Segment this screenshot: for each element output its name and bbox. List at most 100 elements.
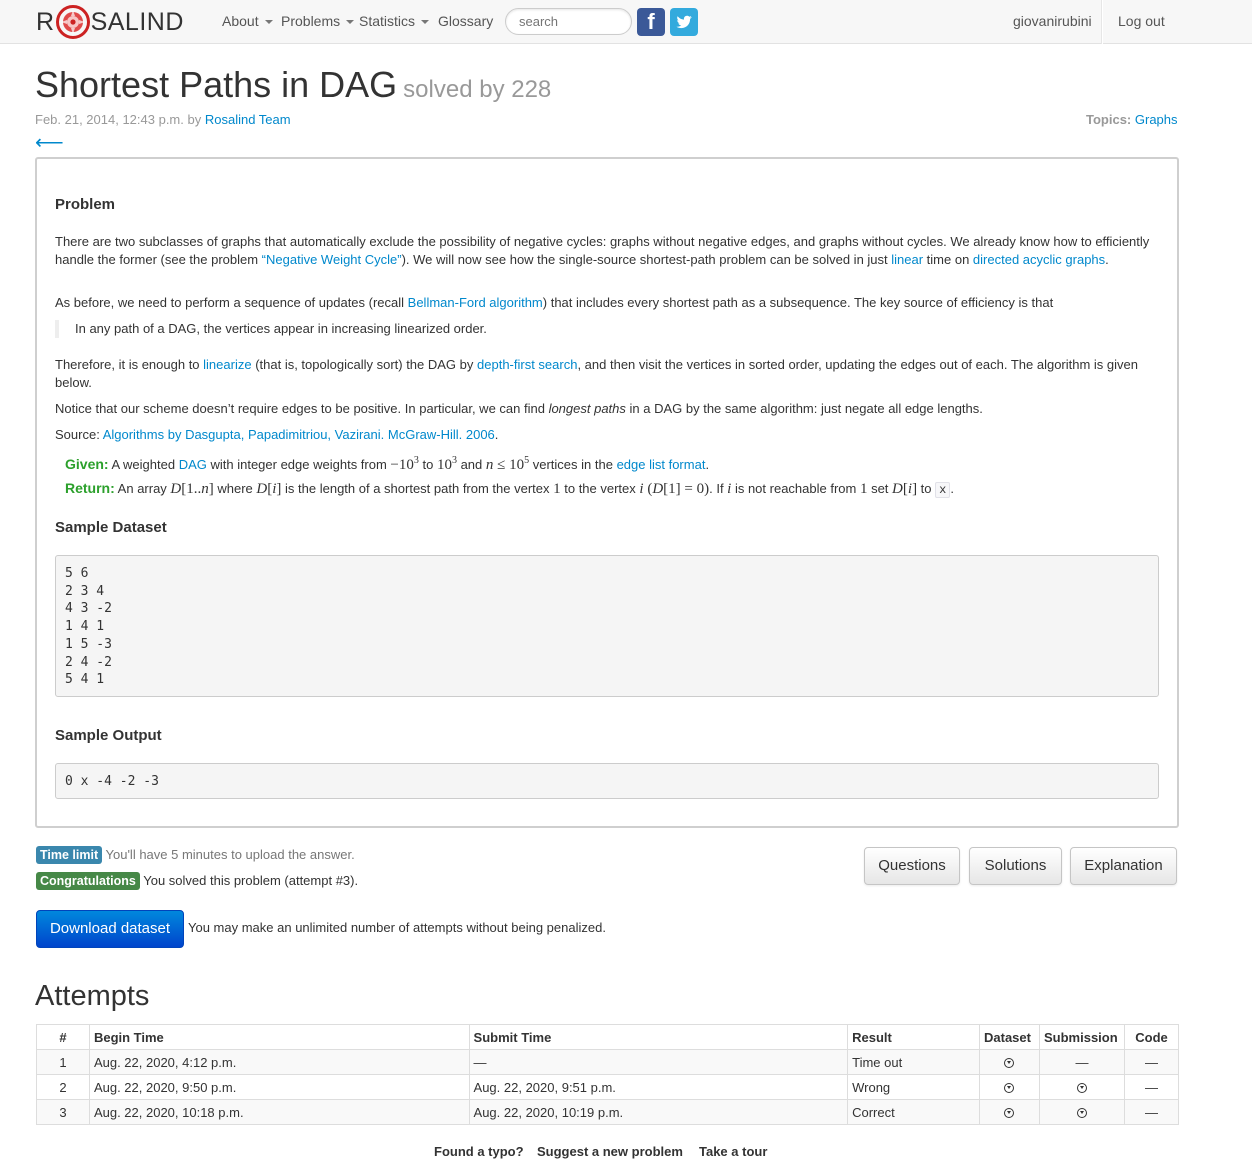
result: Correct: [847, 1099, 980, 1125]
download-icon[interactable]: [1004, 1058, 1015, 1069]
attempts-table: # Begin Time Submit Time Result Dataset …: [36, 1024, 1180, 1125]
return-line: Return: An array D[1..n] where D[i] is t…: [65, 480, 1159, 500]
math: D: [256, 481, 268, 497]
nav-problems[interactable]: Problems: [281, 13, 355, 29]
text: Therefore, it is enough to: [55, 357, 204, 372]
download-icon[interactable]: [1076, 1108, 1087, 1119]
take-tour-link[interactable]: Take a tour: [699, 1144, 767, 1159]
code-x: x: [935, 482, 951, 498]
text: .: [494, 427, 499, 442]
download-icon[interactable]: [1004, 1083, 1015, 1094]
math: D: [892, 481, 903, 497]
problem-paragraph-1: There are two subclasses of graphs that …: [55, 233, 1159, 268]
attempt-number: 3: [36, 1099, 90, 1125]
column-header: Begin Time: [88, 1024, 470, 1050]
linearize-link[interactable]: linearize: [203, 357, 251, 372]
submission-cell: [1038, 1099, 1125, 1125]
text: to: [418, 457, 437, 472]
attempts-title: Attempts: [35, 980, 150, 1012]
solutions-button[interactable]: Solutions: [969, 847, 1062, 885]
linear-link[interactable]: linear: [891, 252, 923, 267]
bellman-ford-link[interactable]: Bellman-Ford algorithm: [408, 295, 543, 310]
text: A weighted: [108, 457, 179, 472]
sample-dataset: 5 6 2 3 4 4 3 -2 1 4 1 1 5 -3 2 4 -2 5 4…: [55, 555, 1159, 697]
sample-output: 0 x -4 -2 -3: [55, 763, 1159, 799]
text: (that is, topologically sort) the DAG by: [251, 357, 478, 372]
math: D: [170, 481, 182, 497]
submit-time: Aug. 22, 2020, 10:19 p.m.: [468, 1099, 849, 1125]
math: D: [652, 481, 664, 497]
nav-statistics[interactable]: Statistics: [359, 13, 430, 29]
source-link[interactable]: Algorithms by Dasgupta, Papadimitriou, V…: [103, 427, 495, 442]
twitter-bird-glyph: [676, 15, 692, 29]
emphasis: longest paths: [548, 401, 626, 416]
depth-first-search-link[interactable]: depth-first search: [477, 357, 577, 372]
questions-button[interactable]: Questions: [864, 847, 960, 885]
table-row: 3 Aug. 22, 2020, 10:18 p.m. Aug. 22, 202…: [36, 1099, 1180, 1125]
column-header: Submission: [1038, 1024, 1125, 1050]
text: Notice that our scheme doesn’t require e…: [55, 401, 549, 416]
column-header: #: [36, 1024, 90, 1050]
edge-list-format-link[interactable]: edge list format: [617, 457, 706, 472]
suggest-problem-link[interactable]: Suggest a new problem: [537, 1144, 683, 1159]
download-icon[interactable]: [1004, 1108, 1015, 1119]
math: ≤ 105: [493, 455, 530, 473]
rosalind-logo[interactable]: R SALIND: [36, 4, 184, 40]
sample-dataset-heading: Sample Dataset: [55, 519, 167, 536]
logout-link[interactable]: Log out: [1118, 13, 1165, 29]
table-row: 1 Aug. 22, 2020, 4:12 p.m. — Time out — …: [36, 1049, 1180, 1075]
dag-glossary-link[interactable]: DAG: [179, 457, 207, 472]
page-title: Shortest Paths in DAG solved by 228: [35, 64, 551, 106]
column-header: Result: [847, 1024, 980, 1050]
nav-about[interactable]: About: [222, 13, 273, 29]
facebook-icon[interactable]: f: [637, 8, 665, 36]
time-limit-text: You'll have 5 minutes to upload the answ…: [105, 847, 355, 862]
text: to: [917, 481, 936, 496]
attempts-note: You may make an unlimited number of atte…: [188, 920, 606, 935]
search-input[interactable]: [505, 8, 632, 35]
code-cell: —: [1123, 1074, 1180, 1100]
dag-link[interactable]: directed acyclic graphs: [973, 252, 1105, 267]
source-line: Source: Algorithms by Dasgupta, Papadimi…: [55, 426, 1159, 444]
result: Wrong: [847, 1074, 980, 1100]
author-link[interactable]: Rosalind Team: [205, 112, 291, 127]
dataset-cell: [979, 1074, 1040, 1100]
given-label: Given:: [65, 456, 109, 472]
column-header: Dataset: [979, 1024, 1040, 1050]
table-header-row: # Begin Time Submit Time Result Dataset …: [36, 1024, 1180, 1050]
download-dataset-button[interactable]: Download dataset: [36, 910, 184, 948]
text: . If: [709, 481, 728, 496]
math: 103: [436, 455, 457, 473]
submit-time: —: [468, 1049, 849, 1075]
back-arrow-icon[interactable]: ⟵: [35, 130, 64, 155]
given-line: Given: A weighted DAG with integer edge …: [65, 452, 1159, 475]
twitter-icon[interactable]: [670, 8, 698, 36]
column-header: Code: [1123, 1024, 1180, 1050]
problem-meta: Feb. 21, 2014, 12:43 p.m. by Rosalind Te…: [35, 112, 291, 127]
nav-glossary[interactable]: Glossary: [438, 13, 493, 29]
text: time on: [923, 251, 973, 267]
text: in a DAG by the same algorithm: just neg…: [625, 401, 983, 416]
topic-graphs-link[interactable]: Graphs: [1135, 112, 1178, 127]
problem-paragraph-4: Notice that our scheme doesn’t require e…: [55, 400, 1159, 418]
found-typo-link[interactable]: Found a typo?: [434, 1144, 524, 1159]
logo-text-right: SALIND: [90, 7, 184, 36]
negative-weight-cycle-link[interactable]: “Negative Weight Cycle”: [262, 252, 402, 267]
download-icon[interactable]: [1076, 1083, 1087, 1094]
table-row: 2 Aug. 22, 2020, 9:50 p.m. Aug. 22, 2020…: [36, 1074, 1180, 1100]
problem-heading: Problem: [55, 196, 116, 213]
submission-cell: [1038, 1074, 1125, 1100]
text: ) that includes every shortest path as a…: [542, 295, 1054, 310]
math: [1..: [181, 481, 202, 497]
chevron-down-icon: [421, 20, 430, 25]
logo-text-left: R: [36, 7, 55, 36]
explanation-button[interactable]: Explanation: [1070, 847, 1177, 885]
dataset-cell: [979, 1049, 1040, 1075]
math: (: [643, 481, 653, 497]
text: As before, we need to perform a sequence…: [55, 295, 408, 310]
navbar: R SALIND About Problems Statistics Gloss…: [0, 0, 1252, 44]
user-link[interactable]: giovanirubini: [1013, 13, 1092, 29]
time-limit-row: Time limit You'll have 5 minutes to uplo…: [36, 846, 355, 864]
chevron-down-icon: [346, 20, 355, 25]
sample-output-heading: Sample Output: [55, 727, 162, 744]
